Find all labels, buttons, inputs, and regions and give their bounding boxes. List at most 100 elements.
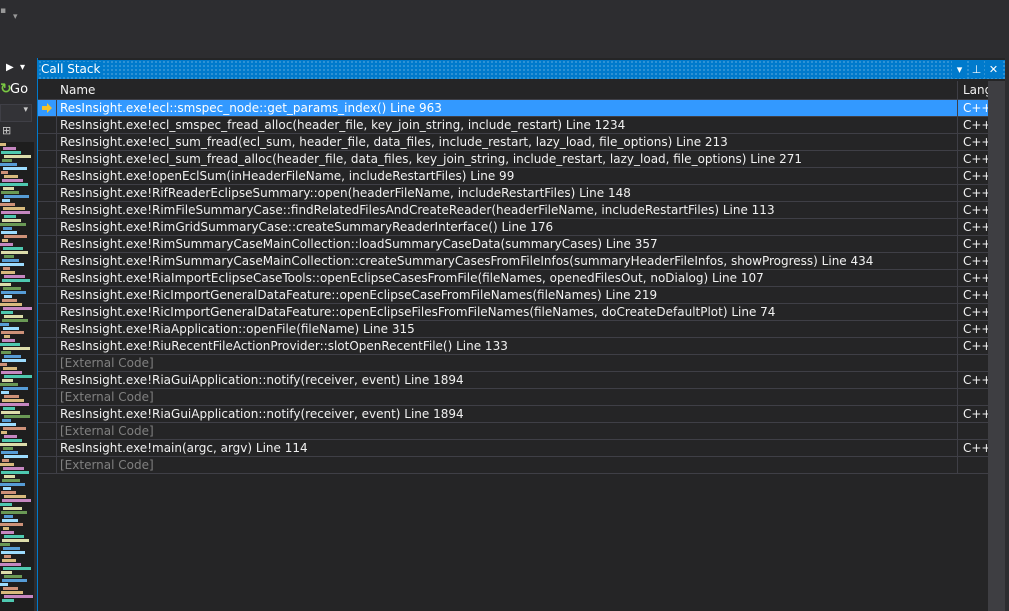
minimap-line	[3, 487, 11, 490]
stack-frame-row[interactable]: ResInsight.exe!RimFileSummaryCase::findR…	[38, 202, 992, 219]
frame-indicator-gutter	[38, 219, 57, 235]
stack-frame-row[interactable]: ResInsight.exe!main(argc, argv) Line 114…	[38, 440, 992, 457]
minimap-line	[0, 443, 27, 446]
minimap-line	[3, 407, 15, 410]
minimap-line	[3, 567, 31, 570]
frame-name: ResInsight.exe!RiaImportEclipseCaseTools…	[60, 271, 764, 285]
pin-icon[interactable]: ⊥	[969, 61, 984, 78]
column-divider	[957, 423, 958, 439]
column-divider	[957, 117, 958, 133]
code-minimap[interactable]	[0, 142, 34, 611]
stack-frame-row[interactable]: ResInsight.exe!ecl::smspec_node::get_par…	[38, 100, 992, 117]
column-divider	[957, 321, 958, 337]
stack-frame-row[interactable]: ResInsight.exe!RicImportGeneralDataFeatu…	[38, 304, 992, 321]
panel-titlebar[interactable]: Call Stack ▾ ⊥ ✕	[38, 60, 1005, 79]
frame-indicator-gutter	[38, 117, 57, 133]
external-code-row[interactable]: [External Code]	[38, 457, 988, 474]
column-divider	[957, 304, 958, 320]
column-divider[interactable]	[957, 81, 958, 99]
stack-frame-row[interactable]: ResInsight.exe!RimGridSummaryCase::creat…	[38, 219, 992, 236]
external-code-row[interactable]: [External Code]	[38, 355, 988, 372]
minimap-line	[1, 571, 12, 574]
column-divider	[957, 219, 958, 235]
debug-toolbar: ▶ ▾	[0, 60, 37, 78]
minimap-line	[4, 415, 30, 418]
column-divider	[957, 372, 958, 388]
minimap-line	[1, 151, 21, 154]
tree-expander-icon[interactable]: ⊞	[0, 124, 32, 138]
frame-name: ResInsight.exe!ecl::smspec_node::get_par…	[60, 101, 442, 115]
minimap-line	[4, 175, 18, 178]
minimap-line	[2, 359, 26, 362]
external-code-row[interactable]: [External Code]	[38, 423, 988, 440]
minimap-line	[1, 331, 24, 334]
frame-name: ResInsight.exe!RimFileSummaryCase::findR…	[60, 203, 775, 217]
stack-frame-row[interactable]: ResInsight.exe!RiaGuiApplication::notify…	[38, 372, 992, 389]
stack-frame-row[interactable]: ResInsight.exe!RimSummaryCaseMainCollect…	[38, 253, 992, 270]
minimap-line	[3, 347, 30, 350]
minimap-line	[3, 327, 19, 330]
minimap-line	[1, 171, 8, 174]
column-divider	[957, 236, 958, 252]
column-header-name[interactable]: Name	[60, 83, 95, 97]
scope-dropdown[interactable]: ▾	[0, 104, 32, 122]
stack-frame-row[interactable]: ResInsight.exe!RicImportGeneralDataFeatu…	[38, 287, 992, 304]
frame-indicator-gutter	[38, 457, 57, 473]
stack-frame-row[interactable]: ResInsight.exe!ecl_sum_fread_alloc(heade…	[38, 151, 992, 168]
stack-frame-row[interactable]: ResInsight.exe!RiuRecentFileActionProvid…	[38, 338, 992, 355]
minimap-line	[4, 275, 25, 278]
minimap-line	[1, 511, 27, 514]
minimap-line	[0, 303, 22, 306]
minimap-line	[1, 311, 13, 314]
minimap-line	[1, 551, 25, 554]
minimap-line	[4, 255, 14, 258]
minimap-line	[2, 399, 24, 402]
frame-indicator-gutter	[38, 440, 57, 456]
left-editor-strip: ▶ ▾ ↻ Go ▾ ⊞	[0, 58, 37, 611]
stack-frame-row[interactable]: ResInsight.exe!ecl_smspec_fread_alloc(he…	[38, 117, 992, 134]
go-button[interactable]: ↻ Go	[0, 81, 37, 99]
stack-frame-row[interactable]: ResInsight.exe!RiaApplication::openFile(…	[38, 321, 992, 338]
external-code-row[interactable]: [External Code]	[38, 389, 988, 406]
stack-frame-row[interactable]: ResInsight.exe!RiaGuiApplication::notify…	[38, 406, 992, 423]
frame-name: [External Code]	[60, 356, 154, 370]
frame-indicator-gutter	[38, 151, 57, 167]
minimap-line	[0, 463, 14, 466]
frame-indicator-gutter	[38, 287, 57, 303]
stack-frame-row[interactable]: ResInsight.exe!ecl_sum_fread(ecl_sum, he…	[38, 134, 992, 151]
minimap-line	[3, 247, 23, 250]
minimap-line	[4, 335, 10, 338]
close-icon[interactable]: ✕	[986, 61, 1001, 78]
window-position-dropdown-icon[interactable]: ▾	[952, 61, 967, 78]
frame-indicator-gutter	[38, 100, 57, 116]
minimap-line	[3, 527, 9, 530]
minimap-line	[4, 435, 17, 438]
minimap-line	[0, 263, 24, 266]
minimap-line	[2, 379, 13, 382]
minimap-line	[1, 271, 15, 274]
minimap-line	[4, 215, 16, 218]
minimap-line	[0, 563, 21, 566]
play-icon[interactable]: ▶	[6, 62, 14, 73]
minimap-line	[0, 483, 25, 486]
minimap-line	[4, 375, 32, 378]
toolbar-dropdown-icon[interactable]: ▾	[20, 62, 25, 73]
column-divider	[957, 168, 958, 184]
minimap-line	[4, 195, 29, 198]
frame-name: ResInsight.exe!ecl_smspec_fread_alloc(he…	[60, 118, 626, 132]
stack-frame-row[interactable]: ResInsight.exe!RimSummaryCaseMainCollect…	[38, 236, 992, 253]
frame-indicator-gutter	[38, 389, 57, 405]
minimap-line	[2, 599, 14, 602]
minimap-line	[2, 239, 8, 242]
stack-frame-row[interactable]: ResInsight.exe!RiaImportEclipseCaseTools…	[38, 270, 992, 287]
minimap-line	[3, 267, 10, 270]
frame-indicator-gutter	[38, 134, 57, 150]
stack-frame-row[interactable]: ResInsight.exe!openEclSum(inHeaderFileNa…	[38, 168, 992, 185]
vertical-scrollbar[interactable]	[988, 81, 1005, 611]
minimap-line	[0, 363, 7, 366]
stack-frame-row[interactable]: ResInsight.exe!RifReaderEclipseSummary::…	[38, 185, 992, 202]
column-divider	[957, 151, 958, 167]
frame-indicator-gutter	[38, 185, 57, 201]
toolbar-overflow-icon[interactable]: ▾	[13, 12, 18, 22]
call-stack-panel: Call Stack ▾ ⊥ ✕ Name Lang ResInsight.ex…	[37, 58, 1005, 611]
